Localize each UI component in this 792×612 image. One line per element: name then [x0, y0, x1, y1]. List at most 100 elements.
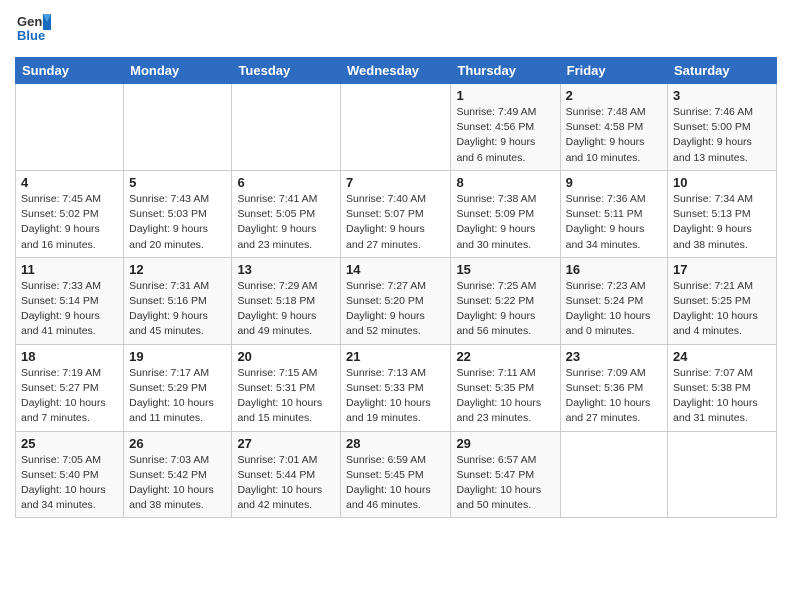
day-info: Sunrise: 7:46 AM Sunset: 5:00 PM Dayligh…	[673, 105, 771, 166]
day-cell: 13 Sunrise: 7:29 AM Sunset: 5:18 PM Dayli…	[232, 257, 341, 344]
header-day-friday: Friday	[560, 58, 667, 84]
week-row-1: 1Sunrise: 7:49 AM Sunset: 4:56 PM Daylig…	[16, 84, 777, 171]
day-number: 10	[673, 175, 771, 190]
day-cell: 22Sunrise: 7:11 AM Sunset: 5:35 PM Dayli…	[451, 344, 560, 431]
day-cell: 15 Sunrise: 7:25 AM Sunset: 5:22 PM Dayli…	[451, 257, 560, 344]
day-info: Sunrise: 7:33 AM Sunset: 5:14 PM Dayligh…	[21, 279, 118, 340]
day-cell	[560, 431, 667, 518]
day-cell: 3 Sunrise: 7:46 AM Sunset: 5:00 PM Daylig…	[668, 84, 777, 171]
day-number: 9	[566, 175, 662, 190]
day-info: Sunrise: 7:07 AM Sunset: 5:38 PM Dayligh…	[673, 366, 771, 427]
week-row-3: 11Sunrise: 7:33 AM Sunset: 5:14 PM Dayli…	[16, 257, 777, 344]
day-cell: 9 Sunrise: 7:36 AM Sunset: 5:11 PM Daylig…	[560, 170, 667, 257]
day-info: Sunrise: 7:03 AM Sunset: 5:42 PM Dayligh…	[129, 453, 226, 514]
week-row-2: 4 Sunrise: 7:45 AM Sunset: 5:02 PM Daylig…	[16, 170, 777, 257]
day-info: Sunrise: 7:41 AM Sunset: 5:05 PM Dayligh…	[237, 192, 335, 253]
day-number: 24	[673, 349, 771, 364]
day-cell: 20 Sunrise: 7:15 AM Sunset: 5:31 PM Dayli…	[232, 344, 341, 431]
day-cell: 11Sunrise: 7:33 AM Sunset: 5:14 PM Dayli…	[16, 257, 124, 344]
day-info: Sunrise: 7:31 AM Sunset: 5:16 PM Dayligh…	[129, 279, 226, 340]
day-cell: 17 Sunrise: 7:21 AM Sunset: 5:25 PM Dayli…	[668, 257, 777, 344]
calendar-header-row: SundayMondayTuesdayWednesdayThursdayFrid…	[16, 58, 777, 84]
svg-text:Blue: Blue	[17, 28, 45, 43]
day-cell: 21Sunrise: 7:13 AM Sunset: 5:33 PM Dayli…	[341, 344, 451, 431]
day-number: 29	[456, 436, 554, 451]
day-number: 7	[346, 175, 445, 190]
day-info: Sunrise: 7:49 AM Sunset: 4:56 PM Dayligh…	[456, 105, 554, 166]
day-cell: 1Sunrise: 7:49 AM Sunset: 4:56 PM Daylig…	[451, 84, 560, 171]
header-day-tuesday: Tuesday	[232, 58, 341, 84]
day-info: Sunrise: 7:01 AM Sunset: 5:44 PM Dayligh…	[237, 453, 335, 514]
day-number: 14	[346, 262, 445, 277]
day-info: Sunrise: 7:45 AM Sunset: 5:02 PM Dayligh…	[21, 192, 118, 253]
day-cell: 12 Sunrise: 7:31 AM Sunset: 5:16 PM Dayli…	[124, 257, 232, 344]
day-cell	[341, 84, 451, 171]
header: General Blue	[15, 10, 777, 51]
day-number: 18	[21, 349, 118, 364]
day-number: 13	[237, 262, 335, 277]
day-cell: 2Sunrise: 7:48 AM Sunset: 4:58 PM Daylig…	[560, 84, 667, 171]
header-day-thursday: Thursday	[451, 58, 560, 84]
day-info: Sunrise: 7:17 AM Sunset: 5:29 PM Dayligh…	[129, 366, 226, 427]
day-info: Sunrise: 7:19 AM Sunset: 5:27 PM Dayligh…	[21, 366, 118, 427]
day-cell: 25 Sunrise: 7:05 AM Sunset: 5:40 PM Dayli…	[16, 431, 124, 518]
day-info: Sunrise: 7:21 AM Sunset: 5:25 PM Dayligh…	[673, 279, 771, 340]
day-number: 16	[566, 262, 662, 277]
day-number: 27	[237, 436, 335, 451]
day-cell: 28 Sunrise: 6:59 AM Sunset: 5:45 PM Dayli…	[341, 431, 451, 518]
day-cell: 7Sunrise: 7:40 AM Sunset: 5:07 PM Daylig…	[341, 170, 451, 257]
day-cell: 8 Sunrise: 7:38 AM Sunset: 5:09 PM Daylig…	[451, 170, 560, 257]
day-cell: 16 Sunrise: 7:23 AM Sunset: 5:24 PM Dayli…	[560, 257, 667, 344]
day-number: 20	[237, 349, 335, 364]
day-cell: 29 Sunrise: 6:57 AM Sunset: 5:47 PM Dayli…	[451, 431, 560, 518]
day-info: Sunrise: 6:59 AM Sunset: 5:45 PM Dayligh…	[346, 453, 445, 514]
day-cell: 18 Sunrise: 7:19 AM Sunset: 5:27 PM Dayli…	[16, 344, 124, 431]
day-cell: 10 Sunrise: 7:34 AM Sunset: 5:13 PM Dayli…	[668, 170, 777, 257]
day-number: 23	[566, 349, 662, 364]
day-number: 26	[129, 436, 226, 451]
week-row-5: 25 Sunrise: 7:05 AM Sunset: 5:40 PM Dayli…	[16, 431, 777, 518]
day-info: Sunrise: 7:25 AM Sunset: 5:22 PM Dayligh…	[456, 279, 554, 340]
day-number: 17	[673, 262, 771, 277]
day-number: 3	[673, 88, 771, 103]
day-info: Sunrise: 7:34 AM Sunset: 5:13 PM Dayligh…	[673, 192, 771, 253]
day-cell: 24 Sunrise: 7:07 AM Sunset: 5:38 PM Dayli…	[668, 344, 777, 431]
day-cell: 23 Sunrise: 7:09 AM Sunset: 5:36 PM Dayli…	[560, 344, 667, 431]
day-info: Sunrise: 7:43 AM Sunset: 5:03 PM Dayligh…	[129, 192, 226, 253]
day-number: 28	[346, 436, 445, 451]
day-info: Sunrise: 7:27 AM Sunset: 5:20 PM Dayligh…	[346, 279, 445, 340]
day-info: Sunrise: 7:09 AM Sunset: 5:36 PM Dayligh…	[566, 366, 662, 427]
header-day-saturday: Saturday	[668, 58, 777, 84]
day-cell: 14 Sunrise: 7:27 AM Sunset: 5:20 PM Dayli…	[341, 257, 451, 344]
day-info: Sunrise: 7:05 AM Sunset: 5:40 PM Dayligh…	[21, 453, 118, 514]
day-cell	[124, 84, 232, 171]
day-number: 15	[456, 262, 554, 277]
day-number: 5	[129, 175, 226, 190]
day-info: Sunrise: 7:38 AM Sunset: 5:09 PM Dayligh…	[456, 192, 554, 253]
day-cell: 27 Sunrise: 7:01 AM Sunset: 5:44 PM Dayli…	[232, 431, 341, 518]
logo-graphic: General Blue	[15, 10, 51, 51]
day-info: Sunrise: 7:15 AM Sunset: 5:31 PM Dayligh…	[237, 366, 335, 427]
header-day-monday: Monday	[124, 58, 232, 84]
day-number: 8	[456, 175, 554, 190]
day-cell: 5 Sunrise: 7:43 AM Sunset: 5:03 PM Daylig…	[124, 170, 232, 257]
day-cell: 26 Sunrise: 7:03 AM Sunset: 5:42 PM Dayli…	[124, 431, 232, 518]
day-info: Sunrise: 7:13 AM Sunset: 5:33 PM Dayligh…	[346, 366, 445, 427]
day-info: Sunrise: 7:36 AM Sunset: 5:11 PM Dayligh…	[566, 192, 662, 253]
day-cell	[232, 84, 341, 171]
day-number: 12	[129, 262, 226, 277]
day-cell: 6 Sunrise: 7:41 AM Sunset: 5:05 PM Daylig…	[232, 170, 341, 257]
day-info: Sunrise: 7:29 AM Sunset: 5:18 PM Dayligh…	[237, 279, 335, 340]
day-number: 6	[237, 175, 335, 190]
day-cell	[16, 84, 124, 171]
day-info: Sunrise: 7:23 AM Sunset: 5:24 PM Dayligh…	[566, 279, 662, 340]
calendar-table: SundayMondayTuesdayWednesdayThursdayFrid…	[15, 57, 777, 518]
day-number: 4	[21, 175, 118, 190]
day-cell: 4 Sunrise: 7:45 AM Sunset: 5:02 PM Daylig…	[16, 170, 124, 257]
day-number: 25	[21, 436, 118, 451]
day-number: 22	[456, 349, 554, 364]
week-row-4: 18 Sunrise: 7:19 AM Sunset: 5:27 PM Dayli…	[16, 344, 777, 431]
day-info: Sunrise: 6:57 AM Sunset: 5:47 PM Dayligh…	[456, 453, 554, 514]
header-day-wednesday: Wednesday	[341, 58, 451, 84]
logo: General Blue	[15, 10, 51, 51]
